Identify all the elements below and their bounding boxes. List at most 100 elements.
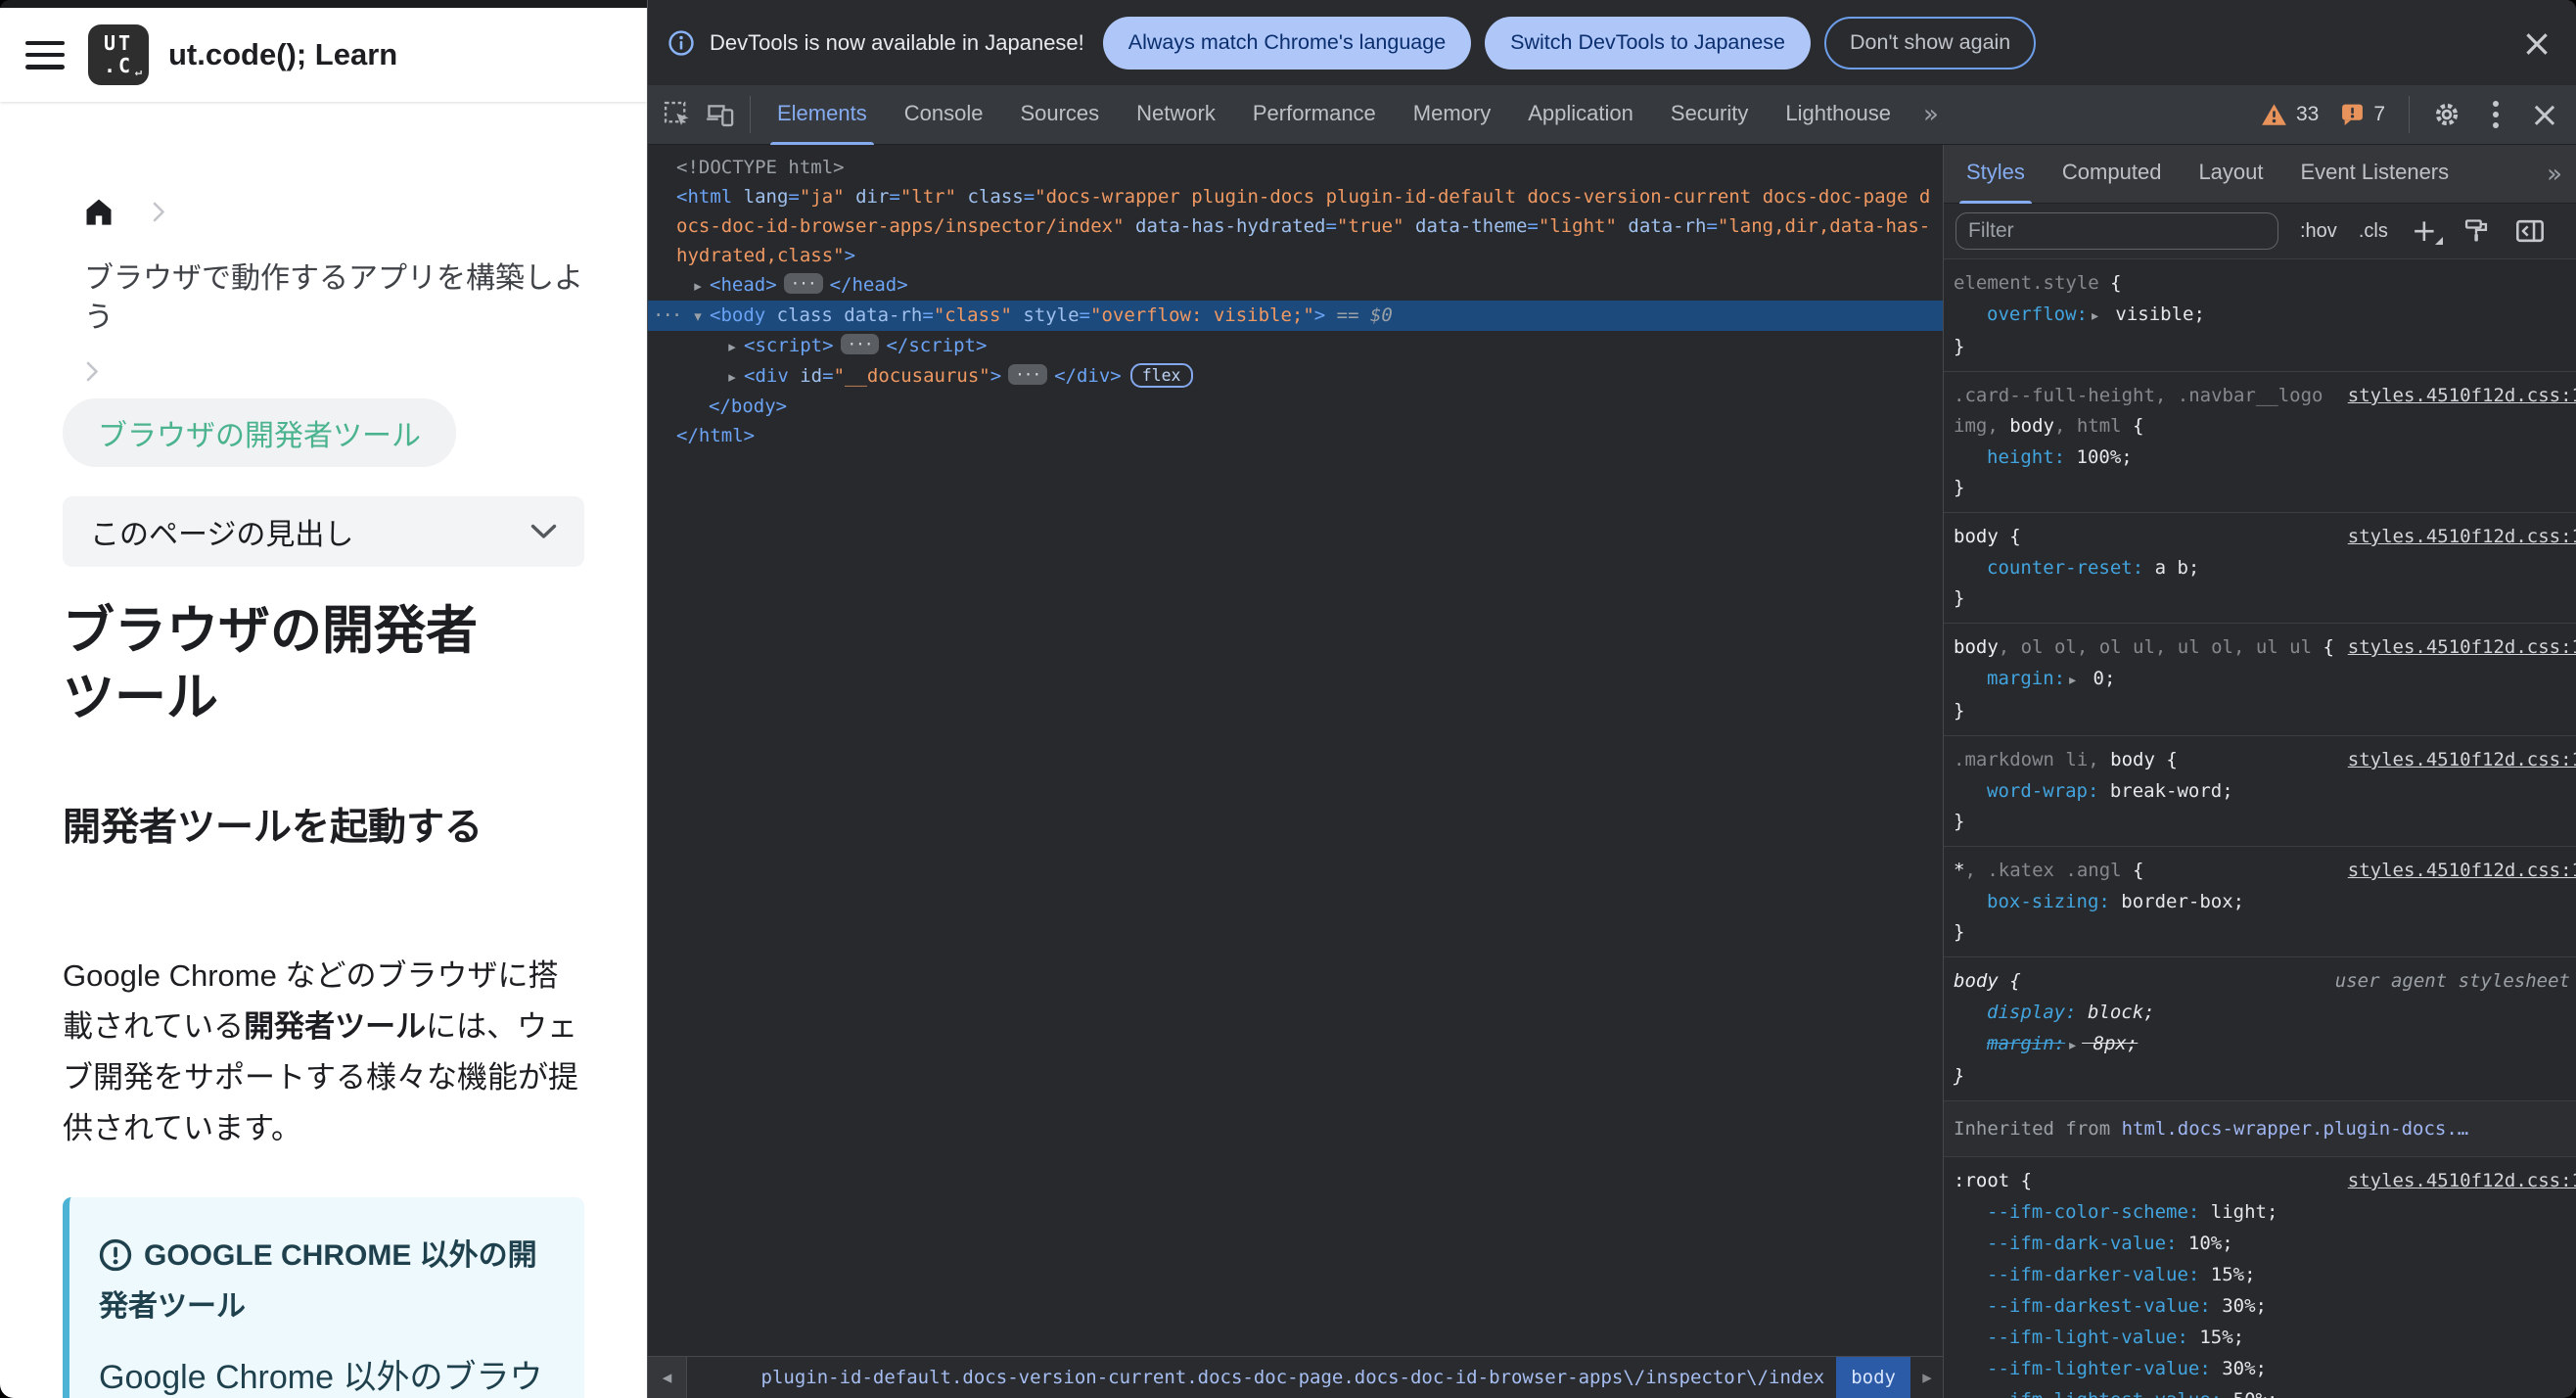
toc-collapsible[interactable]: このページの見出し	[63, 496, 584, 567]
css-property-var-ifm-dark-value[interactable]: --ifm-dark-value: 10%;	[1954, 1228, 2576, 1259]
expand-arrow-right-icon[interactable]: ▸	[686, 271, 710, 301]
expand-arrow-down-icon[interactable]: ▾	[686, 302, 710, 331]
rendering-brush-icon[interactable]	[2461, 211, 2492, 251]
infobar-button-always-match-chrome-s-language[interactable]: Always match Chrome's language	[1102, 16, 1472, 70]
expand-value-arrow-icon[interactable]: ▸	[2069, 673, 2076, 688]
styles-filter-input[interactable]	[1955, 212, 2278, 250]
expand-arrow-right-icon[interactable]: ▸	[720, 332, 744, 361]
breadcrumb-current-pill[interactable]: ブラウザの開発者ツール	[63, 398, 456, 467]
css-property-var-ifm-darker-value[interactable]: --ifm-darker-value: 15%;	[1954, 1259, 2576, 1290]
css-property-var-ifm-lighter-value[interactable]: --ifm-lighter-value: 30%;	[1954, 1353, 2576, 1384]
more-sidebar-tabs-icon[interactable]: »	[2533, 160, 2576, 189]
inspect-element-icon[interactable]	[656, 93, 699, 136]
dom-token: "__docusaurus"	[833, 365, 990, 387]
dom-token: >	[822, 335, 834, 356]
css-property-box-sizing[interactable]: box-sizing: border-box;	[1954, 886, 2576, 917]
property-value: visible;	[2103, 303, 2205, 325]
crumb-forward-icon[interactable]: ▸	[1910, 1367, 1944, 1388]
flex-badge[interactable]: flex	[1129, 363, 1193, 388]
toggle-sidebar-icon[interactable]	[2513, 211, 2547, 251]
stylesheet-source-link[interactable]: styles.4510f12d.css:1	[2348, 745, 2576, 775]
infobar-button-don-t-show-again[interactable]: Don't show again	[1824, 16, 2037, 70]
tab-memory[interactable]: Memory	[1395, 85, 1509, 145]
devtools-infobar: DevTools is now available in Japanese! A…	[648, 0, 2576, 85]
tab-application[interactable]: Application	[1509, 85, 1652, 145]
property-value: 15%;	[2199, 1327, 2245, 1348]
dom-token: </	[1054, 365, 1077, 387]
tab-lighthouse[interactable]: Lighthouse	[1767, 85, 1909, 145]
devtools-close-icon[interactable]: ×	[2525, 95, 2564, 135]
expand-inline-dots-button[interactable]: ···	[840, 334, 880, 354]
tab-console[interactable]: Console	[886, 85, 1002, 145]
new-style-rule-icon[interactable]: +	[2410, 215, 2443, 247]
css-property-margin[interactable]: margin: ▸ 0;	[1954, 663, 2576, 696]
stylesheet-source-link[interactable]: styles.4510f12d.css:1	[2348, 522, 2576, 552]
css-property-margin[interactable]: margin: ▸ 8px;	[1954, 1028, 2576, 1061]
dom-tree-row-body[interactable]: ··· ▾ <body class data-rh="class" style="o…	[648, 301, 1944, 331]
stylesheet-source-link[interactable]: styles.4510f12d.css:1	[2348, 632, 2576, 663]
css-property-display[interactable]: display: block;	[1954, 997, 2576, 1028]
dom-tree-row-html-open[interactable]: <html lang="ja" dir="ltr" class="docs-wr…	[648, 182, 1944, 270]
toggle-element-classes-button[interactable]: .cls	[2359, 220, 2388, 243]
css-property-var-ifm-lightest-value[interactable]: --ifm-lightest-value: 50%;	[1954, 1384, 2576, 1398]
crumb-back-icon[interactable]: ◂	[648, 1357, 687, 1398]
infobar-button-switch-devtools-to-japanese[interactable]: Switch DevTools to Japanese	[1485, 16, 1811, 70]
dom-token: lang	[732, 186, 789, 208]
stylesheet-source-link[interactable]: styles.4510f12d.css:1	[2348, 381, 2576, 411]
dom-tree-row-body-close[interactable]: </body>	[648, 392, 1944, 421]
warnings-badge[interactable]: 33	[2261, 103, 2319, 126]
toggle-pseudo-class-button[interactable]: :hov	[2300, 220, 2337, 243]
expand-value-arrow-icon[interactable]: ▸	[2069, 1038, 2076, 1053]
css-property-overflow[interactable]: overflow: ▸ visible;	[1954, 299, 2576, 332]
dom-token: id	[788, 365, 823, 387]
inherited-from-link[interactable]: html.docs-wrapper.plugin-docs.…	[2122, 1118, 2469, 1140]
expand-inline-dots-button[interactable]: ···	[1008, 364, 1048, 385]
expand-arrow-right-icon[interactable]: ▸	[720, 362, 744, 392]
rule-selector[interactable]: element.style {	[1954, 268, 2576, 299]
selector-token: {	[2009, 970, 2021, 992]
dom-token: <	[676, 186, 688, 208]
dom-tree-row-html-close[interactable]: </html>	[648, 421, 1944, 450]
sidebar-tab-event-listeners[interactable]: Event Listeners	[2282, 144, 2468, 204]
css-property-var-ifm-light-value[interactable]: --ifm-light-value: 15%;	[1954, 1322, 2576, 1353]
css-property-word-wrap[interactable]: word-wrap: break-word;	[1954, 775, 2576, 807]
dom-token: >	[897, 274, 908, 296]
kebab-menu-icon[interactable]	[2476, 95, 2515, 134]
device-toolbar-icon[interactable]	[699, 93, 742, 136]
tab-elements[interactable]: Elements	[759, 85, 886, 145]
site-title[interactable]: ut.code(); Learn	[168, 37, 397, 72]
stylesheet-source-link[interactable]: styles.4510f12d.css:1	[2348, 1166, 2576, 1196]
css-property-var-ifm-darkest-value[interactable]: --ifm-darkest-value: 30%;	[1954, 1290, 2576, 1322]
sidebar-tab-computed[interactable]: Computed	[2044, 144, 2181, 204]
crumb-selected-node[interactable]: body	[1836, 1357, 1910, 1398]
site-logo[interactable]: UT .C ↵	[88, 24, 149, 85]
hamburger-menu-icon[interactable]	[25, 40, 65, 70]
crumb-path[interactable]: plugin-id-default.docs-version-current.d…	[687, 1367, 1825, 1388]
css-property-height[interactable]: height: 100%;	[1954, 442, 2576, 473]
dom-tree-row-script[interactable]: ▸ <script> ··· </script>	[648, 331, 1944, 361]
expand-inline-dots-button[interactable]: ···	[783, 273, 823, 294]
more-tabs-icon[interactable]: »	[1909, 100, 1953, 129]
dom-token: html	[698, 425, 744, 446]
expand-value-arrow-icon[interactable]: ▸	[2092, 308, 2098, 324]
logo-text-bottom: .C	[103, 54, 134, 77]
sidebar-tab-layout[interactable]: Layout	[2180, 144, 2281, 204]
property-value: 50%;	[2233, 1389, 2278, 1398]
dom-tree-row-head[interactable]: ▸ <head> ··· </head>	[648, 270, 1944, 301]
row-overflow-dots-icon[interactable]: ···	[653, 301, 682, 330]
issues-badge[interactable]: 7	[2340, 103, 2385, 126]
tab-performance[interactable]: Performance	[1234, 85, 1395, 145]
tab-security[interactable]: Security	[1652, 85, 1767, 145]
dom-tree-row-doctype[interactable]: <!DOCTYPE html>	[648, 153, 1944, 182]
css-property-var-ifm-color-scheme[interactable]: --ifm-color-scheme: light;	[1954, 1196, 2576, 1228]
sidebar-tab-styles[interactable]: Styles	[1948, 144, 2044, 204]
home-icon[interactable]	[84, 198, 114, 226]
settings-gear-icon[interactable]	[2427, 95, 2466, 134]
tab-network[interactable]: Network	[1118, 85, 1234, 145]
infobar-close-icon[interactable]: ×	[2521, 24, 2553, 62]
stylesheet-source-link[interactable]: styles.4510f12d.css:1	[2348, 856, 2576, 886]
elements-pane: <!DOCTYPE html> <html lang="ja" dir="ltr"…	[648, 145, 1944, 1398]
dom-tree-row-div-docusaurus[interactable]: ▸ <div id="__docusaurus"> ··· </div> flex	[648, 361, 1944, 392]
css-property-counter-reset[interactable]: counter-reset: a b;	[1954, 552, 2576, 583]
tab-sources[interactable]: Sources	[1001, 85, 1118, 145]
